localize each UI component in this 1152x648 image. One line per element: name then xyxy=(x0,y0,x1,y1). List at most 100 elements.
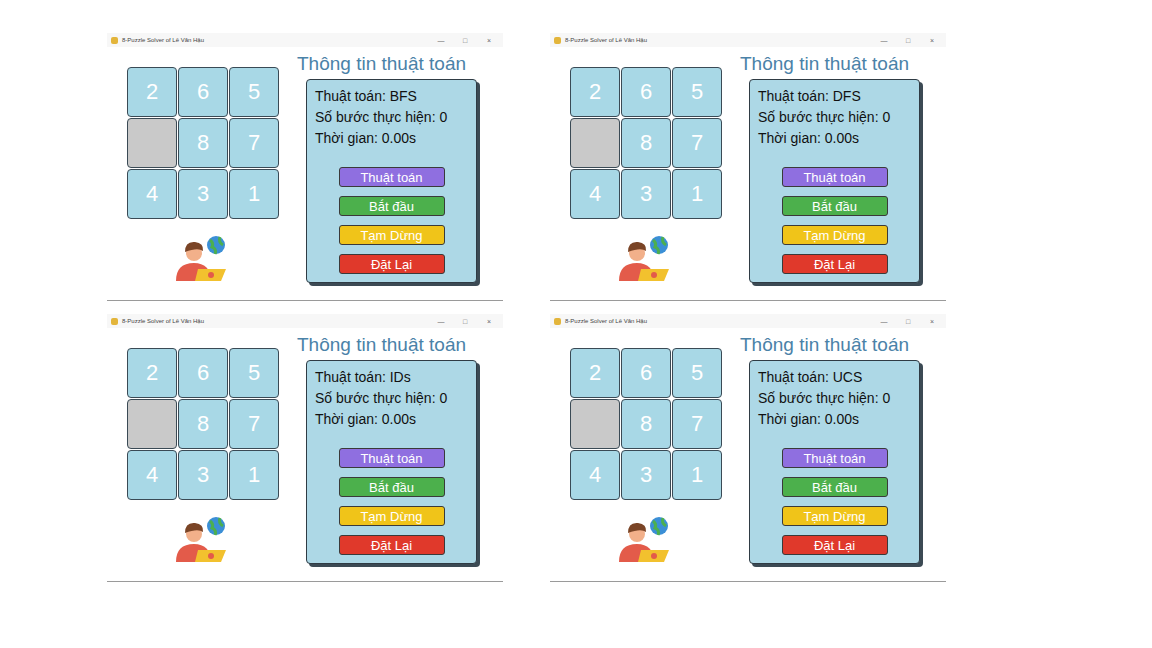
puzzle-tile[interactable]: 1 xyxy=(229,169,279,219)
action-button[interactable]: Đặt Lại xyxy=(339,254,445,274)
app-window[interactable]: 8-Puzzle Solver of Lê Văn Hậu — □ × 26587 431… xyxy=(107,314,503,582)
puzzle-tile[interactable]: 8 xyxy=(178,399,228,449)
puzzle-tile[interactable]: 6 xyxy=(178,67,228,117)
info-line: Thời gian: 0.00s xyxy=(758,128,911,149)
info-panel: Thuật toán: UCSSố bước thực hiện: 0Thời … xyxy=(749,360,920,564)
puzzle-board: 26587 431 xyxy=(570,348,722,500)
action-button[interactable]: Đặt Lại xyxy=(339,535,445,555)
info-heading: Thông tin thuật toán xyxy=(297,334,466,356)
puzzle-tile[interactable]: 7 xyxy=(229,118,279,168)
action-button[interactable]: Đặt Lại xyxy=(782,535,888,555)
puzzle-tile[interactable]: 5 xyxy=(672,67,722,117)
puzzle-tile[interactable]: 2 xyxy=(127,67,177,117)
puzzle-tile[interactable]: 5 xyxy=(672,348,722,398)
action-button[interactable]: Tạm Dừng xyxy=(339,225,445,245)
puzzle-tile[interactable] xyxy=(570,118,620,168)
info-line: Số bước thực hiện: 0 xyxy=(315,107,468,128)
info-line: Số bước thực hiện: 0 xyxy=(758,388,911,409)
action-button[interactable]: Bắt đầu xyxy=(782,477,888,497)
window-control[interactable]: □ xyxy=(455,37,475,44)
app-icon xyxy=(111,37,118,44)
window-control[interactable]: — xyxy=(431,37,451,44)
puzzle-tile[interactable]: 3 xyxy=(178,169,228,219)
action-button[interactable]: Thuật toán xyxy=(339,448,445,468)
puzzle-tile[interactable] xyxy=(127,118,177,168)
puzzle-tile[interactable]: 6 xyxy=(178,348,228,398)
action-button[interactable]: Bắt đầu xyxy=(339,477,445,497)
puzzle-tile[interactable]: 7 xyxy=(229,399,279,449)
puzzle-tile[interactable]: 5 xyxy=(229,67,279,117)
window-control[interactable]: □ xyxy=(455,318,475,325)
app-icon xyxy=(554,37,561,44)
puzzle-tile[interactable]: 6 xyxy=(621,348,671,398)
info-heading: Thông tin thuật toán xyxy=(740,53,909,75)
window-control[interactable]: — xyxy=(874,37,894,44)
puzzle-tile[interactable]: 4 xyxy=(570,169,620,219)
info-line: Thời gian: 0.00s xyxy=(315,409,468,430)
action-button[interactable]: Đặt Lại xyxy=(782,254,888,274)
action-button[interactable]: Thuật toán xyxy=(782,448,888,468)
window-control[interactable]: □ xyxy=(898,37,918,44)
puzzle-tile[interactable]: 3 xyxy=(621,450,671,500)
screenshot-canvas: 8-Puzzle Solver of Lê Văn Hậu—□×26587431… xyxy=(0,0,1152,648)
puzzle-board: 26587 431 xyxy=(570,67,722,219)
info-panel: Thuật toán: DFSSố bước thực hiện: 0Thời … xyxy=(749,79,920,283)
window-control[interactable]: □ xyxy=(898,318,918,325)
programmer-icon xyxy=(168,233,238,283)
title-bar: 8-Puzzle Solver of Lê Văn Hậu — □ × xyxy=(107,314,503,328)
puzzle-tile[interactable]: 5 xyxy=(229,348,279,398)
app-window[interactable]: 8-Puzzle Solver of Lê Văn Hậu — □ × 26587 431… xyxy=(107,33,503,301)
action-button[interactable]: Bắt đầu xyxy=(782,196,888,216)
puzzle-tile[interactable]: 7 xyxy=(672,399,722,449)
window-control[interactable]: — xyxy=(874,318,894,325)
window-title: 8-Puzzle Solver of Lê Văn Hậu xyxy=(565,37,870,43)
puzzle-tile[interactable]: 8 xyxy=(621,118,671,168)
window-control[interactable]: × xyxy=(479,37,499,44)
puzzle-tile[interactable]: 3 xyxy=(178,450,228,500)
window-title: 8-Puzzle Solver of Lê Văn Hậu xyxy=(122,37,427,43)
info-heading: Thông tin thuật toán xyxy=(297,53,466,75)
window-control[interactable]: × xyxy=(922,318,942,325)
title-bar: 8-Puzzle Solver of Lê Văn Hậu — □ × xyxy=(550,33,946,47)
puzzle-tile[interactable]: 2 xyxy=(570,67,620,117)
app-window[interactable]: 8-Puzzle Solver of Lê Văn Hậu—□×26587431… xyxy=(550,314,946,582)
info-line: Thuật toán: BFS xyxy=(315,86,468,107)
puzzle-tile[interactable]: 3 xyxy=(621,169,671,219)
action-button[interactable]: Tạm Dừng xyxy=(782,225,888,245)
puzzle-board: 26587 431 xyxy=(127,67,279,219)
info-line: Số bước thực hiện: 0 xyxy=(758,107,911,128)
puzzle-tile[interactable]: 6 xyxy=(621,67,671,117)
window-title: 8-Puzzle Solver of Lê Văn Hậu xyxy=(122,318,427,324)
info-heading: Thông tin thuật toán xyxy=(740,334,909,356)
info-panel: Thuật toán: IDsSố bước thực hiện: 0Thời … xyxy=(306,360,477,564)
window-control[interactable]: — xyxy=(431,318,451,325)
action-button[interactable]: Thuật toán xyxy=(782,167,888,187)
puzzle-tile[interactable]: 1 xyxy=(672,169,722,219)
app-window[interactable]: 8-Puzzle Solver of Lê Văn Hậu — □ × 26587 431… xyxy=(550,33,946,301)
puzzle-board: 26587 431 xyxy=(127,348,279,500)
puzzle-tile[interactable]: 7 xyxy=(672,118,722,168)
window-control[interactable]: × xyxy=(922,37,942,44)
puzzle-tile[interactable] xyxy=(127,399,177,449)
info-line: Thuật toán: DFS xyxy=(758,86,911,107)
info-line: Thời gian: 0.00s xyxy=(758,409,911,430)
puzzle-tile[interactable]: 4 xyxy=(127,450,177,500)
title-bar: 8-Puzzle Solver of Lê Văn Hậu—□× xyxy=(550,314,946,328)
puzzle-tile[interactable]: 1 xyxy=(672,450,722,500)
action-button[interactable]: Thuật toán xyxy=(339,167,445,187)
action-button[interactable]: Tạm Dừng xyxy=(782,506,888,526)
puzzle-tile[interactable]: 1 xyxy=(229,450,279,500)
window-control[interactable]: × xyxy=(479,318,499,325)
puzzle-tile[interactable] xyxy=(570,399,620,449)
puzzle-tile[interactable]: 4 xyxy=(127,169,177,219)
action-button[interactable]: Bắt đầu xyxy=(339,196,445,216)
info-line: Số bước thực hiện: 0 xyxy=(315,388,468,409)
puzzle-tile[interactable]: 4 xyxy=(570,450,620,500)
puzzle-tile[interactable]: 8 xyxy=(621,399,671,449)
puzzle-tile[interactable]: 2 xyxy=(127,348,177,398)
title-bar: 8-Puzzle Solver of Lê Văn Hậu — □ × xyxy=(107,33,503,47)
puzzle-tile[interactable]: 8 xyxy=(178,118,228,168)
puzzle-tile[interactable]: 2 xyxy=(570,348,620,398)
action-button[interactable]: Tạm Dừng xyxy=(339,506,445,526)
info-line: Thuật toán: UCS xyxy=(758,367,911,388)
